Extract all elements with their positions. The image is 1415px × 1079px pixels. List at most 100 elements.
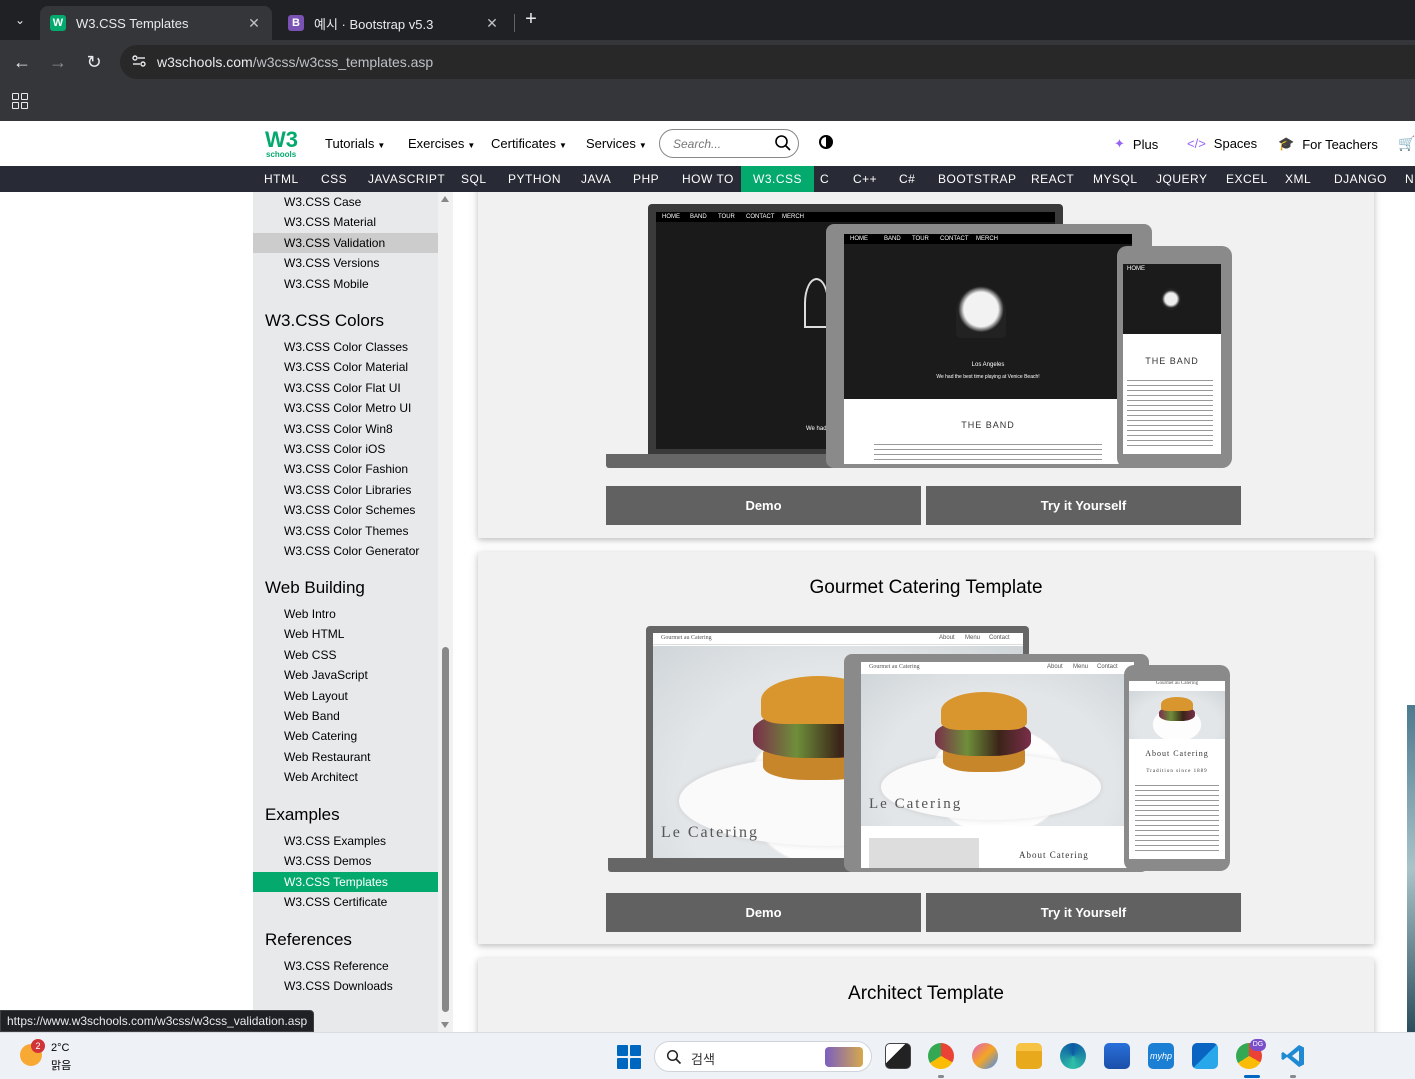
topic-html[interactable]: HTML (264, 166, 299, 192)
sidebar-scrollbar[interactable] (438, 192, 453, 1032)
taskbar-search-input[interactable]: 검색 (654, 1041, 872, 1072)
tab-search-chevron-icon[interactable]: ⌄ (8, 8, 32, 32)
sidebar-item-web-band[interactable]: Web Band (253, 706, 438, 726)
close-tab-icon[interactable]: ✕ (246, 15, 262, 32)
topic-javascript[interactable]: JAVASCRIPT (368, 166, 445, 192)
sidebar-item-w3-css-certificate[interactable]: W3.CSS Certificate (253, 892, 438, 912)
topic-mysql[interactable]: MYSQL (1093, 166, 1138, 192)
file-explorer-icon[interactable] (1016, 1043, 1042, 1069)
sidebar-item-w3-css-color-themes[interactable]: W3.CSS Color Themes (253, 521, 438, 541)
sidebar-item-w3-css-color-ios[interactable]: W3.CSS Color iOS (253, 439, 438, 459)
outlook-icon[interactable] (1192, 1043, 1218, 1069)
topic-php[interactable]: PHP (633, 166, 659, 192)
sidebar-item-w3-css-color-material[interactable]: W3.CSS Color Material (253, 357, 438, 377)
band-demo-button[interactable]: Demo (606, 486, 921, 525)
scroll-up-arrow-icon[interactable] (441, 196, 449, 202)
topic-how-to[interactable]: HOW TO (682, 166, 734, 192)
site-search-input[interactable]: Search... (659, 129, 799, 158)
sidebar-item-w3-css-validation[interactable]: W3.CSS Validation (253, 232, 438, 253)
sidebar-item-web-css[interactable]: Web CSS (253, 645, 438, 665)
plus-link[interactable]: ✦ Plus (1114, 136, 1158, 152)
spaces-link[interactable]: </> Spaces (1187, 136, 1257, 151)
sidebar-item-w3-css-examples[interactable]: W3.CSS Examples (253, 831, 438, 851)
for-teachers-link[interactable]: 🎓 For Teachers (1278, 136, 1378, 152)
sidebar-item-w3-css-reference[interactable]: W3.CSS Reference (253, 956, 438, 976)
topic-jquery[interactable]: JQUERY (1156, 166, 1207, 192)
catering-try-it-yourself-button[interactable]: Try it Yourself (926, 893, 1241, 932)
site-info-icon[interactable] (130, 53, 148, 71)
scroll-thumb[interactable] (442, 647, 449, 1012)
task-view-icon[interactable] (885, 1043, 911, 1069)
sidebar-item-web-restaurant[interactable]: Web Restaurant (253, 747, 438, 767)
forward-arrow-icon[interactable]: → (46, 50, 70, 74)
sidebar-item-w3-css-color-fashion[interactable]: W3.CSS Color Fashion (253, 459, 438, 479)
sidebar-item-w3-css-color-generator[interactable]: W3.CSS Color Generator (253, 541, 438, 561)
sidebar-item-w3-css-color-win8[interactable]: W3.CSS Color Win8 (253, 419, 438, 439)
cart-icon[interactable]: 🛒 (1398, 135, 1415, 152)
topic-java[interactable]: JAVA (581, 166, 611, 192)
topic-c[interactable]: C (820, 166, 829, 192)
topic-w3-css[interactable]: W3.CSS (741, 166, 815, 192)
sidebar-item-w3-css-color-libraries[interactable]: W3.CSS Color Libraries (253, 480, 438, 500)
menu-services[interactable]: Services ▼ (586, 136, 647, 151)
scroll-down-arrow-icon[interactable] (441, 1022, 449, 1028)
catering-phone-mockup: Gourmet au Catering About Catering Tradi… (1124, 665, 1230, 871)
edge-icon[interactable] (1060, 1043, 1086, 1069)
sidebar-item-web-html[interactable]: Web HTML (253, 624, 438, 644)
reload-icon[interactable]: ↻ (82, 50, 106, 74)
catering-demo-button[interactable]: Demo (606, 893, 921, 932)
band-tagline: We had the best time playing at Venice B… (936, 374, 1040, 380)
chrome-icon[interactable] (928, 1043, 954, 1069)
myhp-icon[interactable]: myhp (1148, 1043, 1174, 1069)
search-icon[interactable] (774, 134, 792, 152)
sidebar-item-w3-css-color-schemes[interactable]: W3.CSS Color Schemes (253, 500, 438, 520)
w3schools-logo[interactable]: W3 schools (265, 127, 305, 161)
spaces-label: Spaces (1213, 136, 1258, 151)
topic-python[interactable]: PYTHON (508, 166, 561, 192)
topic-excel[interactable]: EXCEL (1226, 166, 1268, 192)
dark-mode-toggle-icon[interactable] (819, 135, 833, 149)
sidebar-item-web-architect[interactable]: Web Architect (253, 767, 438, 787)
vscode-icon[interactable] (1280, 1043, 1306, 1069)
weather-temperature[interactable]: 2°C (51, 1042, 69, 1054)
sidebar-item-w3-css-mobile[interactable]: W3.CSS Mobile (253, 274, 438, 294)
apps-grid-icon[interactable] (12, 93, 28, 109)
menu-certificates[interactable]: Certificates ▼ (491, 136, 567, 151)
band-try-it-yourself-button[interactable]: Try it Yourself (926, 486, 1241, 525)
topic-c[interactable]: C++ (853, 166, 877, 192)
topic-bootstrap[interactable]: BOOTSTRAP (938, 166, 1017, 192)
sidebar-item-web-layout[interactable]: Web Layout (253, 686, 438, 706)
back-arrow-icon[interactable]: ← (10, 50, 34, 74)
windows-start-icon[interactable] (617, 1045, 641, 1069)
menu-tutorials[interactable]: Tutorials ▼ (325, 136, 385, 151)
sidebar-item-web-catering[interactable]: Web Catering (253, 726, 438, 746)
catering-nav-contact: Contact (1097, 664, 1118, 670)
tab-w3css-templates[interactable]: W W3.CSS Templates ✕ (40, 6, 272, 40)
menu-exercises[interactable]: Exercises ▼ (408, 136, 475, 151)
sidebar-item-w3-css-versions[interactable]: W3.CSS Versions (253, 253, 438, 273)
sidebar-item-w3-css-color-metro-ui[interactable]: W3.CSS Color Metro UI (253, 398, 438, 418)
sidebar-item-web-intro[interactable]: Web Intro (253, 604, 438, 624)
topic-react[interactable]: REACT (1031, 166, 1074, 192)
sidebar-item-w3-css-case[interactable]: W3.CSS Case (253, 192, 438, 212)
topic-sql[interactable]: SQL (461, 166, 487, 192)
topic-xml[interactable]: XML (1285, 166, 1311, 192)
sidebar-item-w3-css-color-classes[interactable]: W3.CSS Color Classes (253, 337, 438, 357)
new-tab-plus-icon[interactable]: + (520, 8, 542, 30)
sidebar-item-w3-css-downloads[interactable]: W3.CSS Downloads (253, 976, 438, 996)
topic-css[interactable]: CSS (321, 166, 347, 192)
topic-n[interactable]: N (1405, 166, 1414, 192)
copilot-icon[interactable] (972, 1043, 998, 1069)
address-bar[interactable]: w3schools.com/w3css/w3css_templates.asp (120, 45, 1415, 79)
sidebar-item-w3-css-templates[interactable]: W3.CSS Templates (253, 871, 438, 892)
tab-bootstrap-example[interactable]: B 예시 · Bootstrap v5.3 ✕ (278, 6, 510, 40)
topic-c[interactable]: C# (899, 166, 915, 192)
microsoft-store-icon[interactable] (1104, 1043, 1130, 1069)
sidebar-item-w3-css-demos[interactable]: W3.CSS Demos (253, 851, 438, 871)
weather-description[interactable]: 맑음 (51, 1057, 71, 1073)
close-tab-icon[interactable]: ✕ (484, 15, 500, 32)
sidebar-item-web-javascript[interactable]: Web JavaScript (253, 665, 438, 685)
topic-django[interactable]: DJANGO (1334, 166, 1387, 192)
sidebar-item-w3-css-color-flat-ui[interactable]: W3.CSS Color Flat UI (253, 378, 438, 398)
sidebar-item-w3-css-material[interactable]: W3.CSS Material (253, 212, 438, 232)
